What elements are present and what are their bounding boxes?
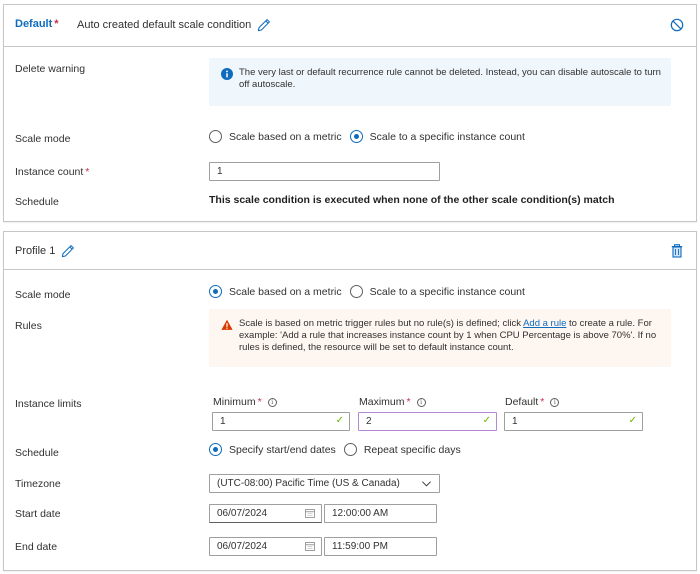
start-date-value: 06/07/2024 [217, 508, 268, 519]
radio-label: Scale to a specific instance count [369, 285, 525, 298]
end-time-value: 11:59:00 PM [332, 541, 388, 552]
radio-scale-to-specific-count[interactable]: Scale to a specific instance count [349, 285, 525, 298]
delete-warning-label: Delete warning [15, 63, 86, 75]
end-date-label: End date [15, 541, 58, 553]
maximum-value: 2 [366, 416, 372, 427]
default-condition-header: Default * Auto created default scale cond… [4, 5, 696, 47]
maximum-label: Maximum * i [359, 396, 426, 408]
radio-button[interactable] [209, 130, 222, 143]
instance-count-label: Instance count * [15, 166, 89, 178]
radio-scale-to-specific-count[interactable]: Scale to a specific instance count [349, 130, 525, 143]
radio-label: Scale based on a metric [229, 285, 342, 298]
default-scale-mode-radio-group: Scale based on a metric Scale to a speci… [209, 130, 533, 143]
minimum-value: 1 [220, 416, 226, 427]
radio-scale-based-on-metric[interactable]: Scale based on a metric [209, 285, 342, 298]
radio-scale-based-on-metric[interactable]: Scale based on a metric [209, 130, 342, 143]
valid-check-icon: ✓ [335, 415, 344, 426]
profile-name-text: Profile 1 [15, 245, 56, 257]
edit-pencil-icon[interactable] [61, 244, 75, 258]
radio-button-selected[interactable] [209, 285, 222, 298]
required-mark: * [257, 396, 262, 408]
start-time-value: 12:00:00 AM [332, 508, 389, 519]
schedule-label: Schedule [15, 196, 59, 208]
timezone-value: (UTC-08:00) Pacific Time (US & Canada) [217, 478, 400, 489]
profile-scale-mode-radio-group: Scale based on a metric Scale to a speci… [209, 285, 533, 298]
scale-mode-label: Scale mode [15, 133, 71, 145]
radio-button[interactable] [349, 285, 363, 298]
calendar-icon[interactable] [305, 509, 315, 518]
profile-1-card: Profile 1 Scale mode Scale based on a me… [3, 231, 697, 571]
maximum-input[interactable]: 2 ✓ [358, 412, 497, 431]
maximum-label-text: Maximum [359, 396, 405, 408]
start-time-input[interactable]: 12:00:00 AM [324, 504, 437, 523]
end-date-value: 06/07/2024 [217, 541, 268, 552]
warning-icon [221, 319, 233, 330]
default-value: 1 [512, 416, 518, 427]
minimum-label: Minimum * i [213, 396, 277, 408]
default-scale-condition-card: Default * Auto created default scale cond… [3, 4, 697, 222]
radio-button-selected[interactable] [349, 130, 363, 143]
schedule-label: Schedule [15, 447, 59, 459]
add-a-rule-link[interactable]: Add a rule [523, 318, 566, 329]
instance-count-label-text: Instance count [15, 166, 84, 178]
chevron-down-icon [422, 481, 431, 487]
default-condition-subtitle: Auto created default scale condition [77, 18, 271, 32]
rules-warning-text: Scale is based on metric trigger rules b… [239, 318, 524, 329]
default-condition-title: Default * [15, 18, 59, 30]
timezone-dropdown[interactable]: (UTC-08:00) Pacific Time (US & Canada) [209, 474, 440, 493]
profile-1-header: Profile 1 [4, 232, 696, 270]
minimum-label-text: Minimum [213, 396, 256, 408]
end-time-input[interactable]: 11:59:00 PM [324, 537, 437, 556]
radio-label: Repeat specific days [363, 443, 461, 456]
condition-name-text: Auto created default scale condition [77, 19, 252, 31]
instance-count-input[interactable]: 1 [209, 162, 440, 181]
default-label-text: Default [505, 396, 539, 408]
radio-button[interactable] [343, 443, 357, 456]
default-title-text: Default [15, 18, 53, 30]
radio-specify-start-end-dates[interactable]: Specify start/end dates [209, 443, 336, 456]
valid-check-icon: ✓ [628, 415, 637, 426]
delete-warning-infobar: The very last or default recurrence rule… [209, 58, 671, 106]
rules-label: Rules [15, 320, 42, 332]
start-date-label: Start date [15, 508, 61, 520]
schedule-radio-group: Specify start/end dates Repeat specific … [209, 443, 469, 456]
radio-repeat-specific-days[interactable]: Repeat specific days [343, 443, 461, 456]
disable-icon[interactable] [670, 18, 684, 32]
info-tooltip-icon[interactable]: i [416, 398, 426, 407]
valid-check-icon: ✓ [482, 415, 491, 426]
timezone-label: Timezone [15, 478, 61, 490]
end-date-picker[interactable]: 06/07/2024 [209, 537, 322, 556]
minimum-input[interactable]: 1 ✓ [212, 412, 350, 431]
info-tooltip-icon[interactable]: i [550, 398, 560, 407]
info-icon [221, 68, 233, 80]
required-mark: * [406, 396, 411, 408]
radio-button-selected[interactable] [209, 443, 222, 456]
info-tooltip-icon[interactable]: i [267, 398, 277, 407]
default-input[interactable]: 1 ✓ [504, 412, 643, 431]
profile-1-title: Profile 1 [15, 244, 75, 258]
instance-count-value: 1 [217, 166, 223, 177]
radio-label: Scale to a specific instance count [369, 130, 525, 143]
delete-warning-text: The very last or default recurrence rule… [239, 67, 661, 90]
radio-label: Scale based on a metric [229, 130, 342, 143]
scale-mode-label: Scale mode [15, 289, 71, 301]
required-mark: * [85, 166, 90, 178]
delete-icon[interactable] [671, 244, 683, 258]
required-mark: * [54, 18, 59, 30]
rules-warning-bar: Scale is based on metric trigger rules b… [209, 309, 671, 367]
radio-label: Specify start/end dates [229, 443, 336, 456]
default-schedule-text: This scale condition is executed when no… [209, 194, 615, 206]
default-label: Default * i [505, 396, 560, 408]
instance-limits-label: Instance limits [15, 398, 82, 410]
start-date-picker[interactable]: 06/07/2024 [209, 504, 322, 523]
required-mark: * [540, 396, 545, 408]
edit-pencil-icon[interactable] [257, 18, 271, 32]
calendar-icon[interactable] [305, 542, 315, 551]
